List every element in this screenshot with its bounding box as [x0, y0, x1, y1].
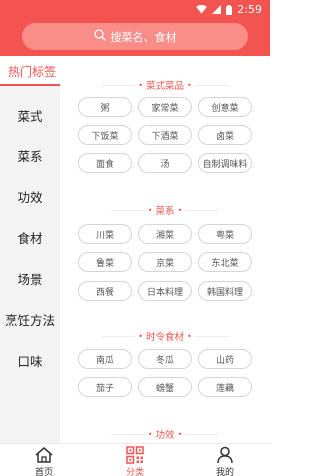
nav-home[interactable]: 首页 — [24, 444, 64, 476]
search-icon — [93, 29, 106, 44]
tag-item[interactable]: 湘菜 — [138, 224, 192, 244]
tag-item[interactable]: 螃蟹 — [138, 377, 192, 397]
sidebar-item-flavor[interactable]: 口味 — [0, 351, 60, 370]
tag-item[interactable]: 东北菜 — [198, 252, 252, 272]
wifi-icon — [196, 5, 208, 14]
sidebar-item-dish-style[interactable]: 菜式 — [0, 106, 60, 125]
section-title-seasonal: • 时令食材 • — [60, 329, 270, 343]
tag-item[interactable]: 莲藕 — [198, 377, 252, 397]
hot-tags-title[interactable]: 热门标签 — [0, 56, 60, 86]
category-icon — [126, 446, 144, 464]
sidebar-item-cuisine[interactable]: 菜系 — [0, 146, 60, 165]
status-icons: 2:59 — [196, 3, 262, 16]
tag-item[interactable]: 下酒菜 — [138, 125, 192, 145]
tag-item[interactable]: 下饭菜 — [78, 125, 132, 145]
category-sidebar: 菜式 菜系 功效 食材 场景 烹饪方法 口味 — [0, 86, 60, 443]
bottom-nav: 首页 分类 我的 — [0, 443, 270, 476]
tag-item[interactable]: 川菜 — [78, 224, 132, 244]
search-placeholder: 搜菜名、食材 — [110, 30, 177, 44]
search-input[interactable]: 搜菜名、食材 — [22, 23, 248, 50]
tag-item[interactable]: 创意菜 — [198, 97, 252, 117]
section-title-efficacy: • 功效 • — [60, 427, 270, 441]
battery-icon — [226, 4, 233, 15]
sidebar-item-scene[interactable]: 场景 — [0, 269, 60, 288]
nav-profile-label: 我的 — [215, 468, 234, 476]
sidebar-item-cooking-method[interactable]: 烹饪方法 — [0, 310, 60, 329]
tag-item[interactable]: 粤菜 — [198, 224, 252, 244]
profile-icon — [216, 446, 234, 464]
section-title-cuisine: • 菜系 • — [60, 203, 270, 217]
tag-item[interactable]: 山药 — [198, 349, 252, 369]
tag-item[interactable]: 日本料理 — [138, 281, 192, 301]
tag-item[interactable]: 自制调味料 — [198, 153, 252, 173]
tag-item[interactable]: 京菜 — [138, 252, 192, 272]
tag-item[interactable]: 韩国料理 — [198, 281, 252, 301]
tag-item[interactable]: 鲁菜 — [78, 252, 132, 272]
tag-content: • 菜式菜品 • 粥 家常菜 创意菜 下饭菜 下酒菜 卤菜 面食 汤 自制调味料… — [60, 76, 270, 443]
nav-category[interactable]: 分类 — [115, 444, 155, 476]
tag-item[interactable]: 粥 — [78, 97, 132, 117]
tag-item[interactable]: 冬瓜 — [138, 349, 192, 369]
section-title-dish-style: • 菜式菜品 • — [60, 78, 270, 92]
tag-item[interactable]: 家常菜 — [138, 97, 192, 117]
nav-profile[interactable]: 我的 — [205, 444, 245, 476]
sidebar-item-ingredients[interactable]: 食材 — [0, 228, 60, 247]
nav-home-label: 首页 — [34, 468, 53, 476]
home-icon — [34, 446, 54, 464]
tag-item[interactable]: 卤菜 — [198, 125, 252, 145]
sidebar-item-efficacy[interactable]: 功效 — [0, 187, 60, 206]
status-bar: 2:59 — [0, 0, 270, 20]
tag-item[interactable]: 茄子 — [78, 377, 132, 397]
header: 搜菜名、食材 — [0, 20, 270, 56]
nav-category-label: 分类 — [125, 468, 144, 476]
tag-item[interactable]: 南瓜 — [78, 349, 132, 369]
tag-item[interactable]: 汤 — [138, 153, 192, 173]
status-time: 2:59 — [237, 3, 262, 16]
tag-item[interactable]: 面食 — [78, 153, 132, 173]
signal-icon — [212, 5, 222, 14]
tag-item[interactable]: 西餐 — [78, 281, 132, 301]
